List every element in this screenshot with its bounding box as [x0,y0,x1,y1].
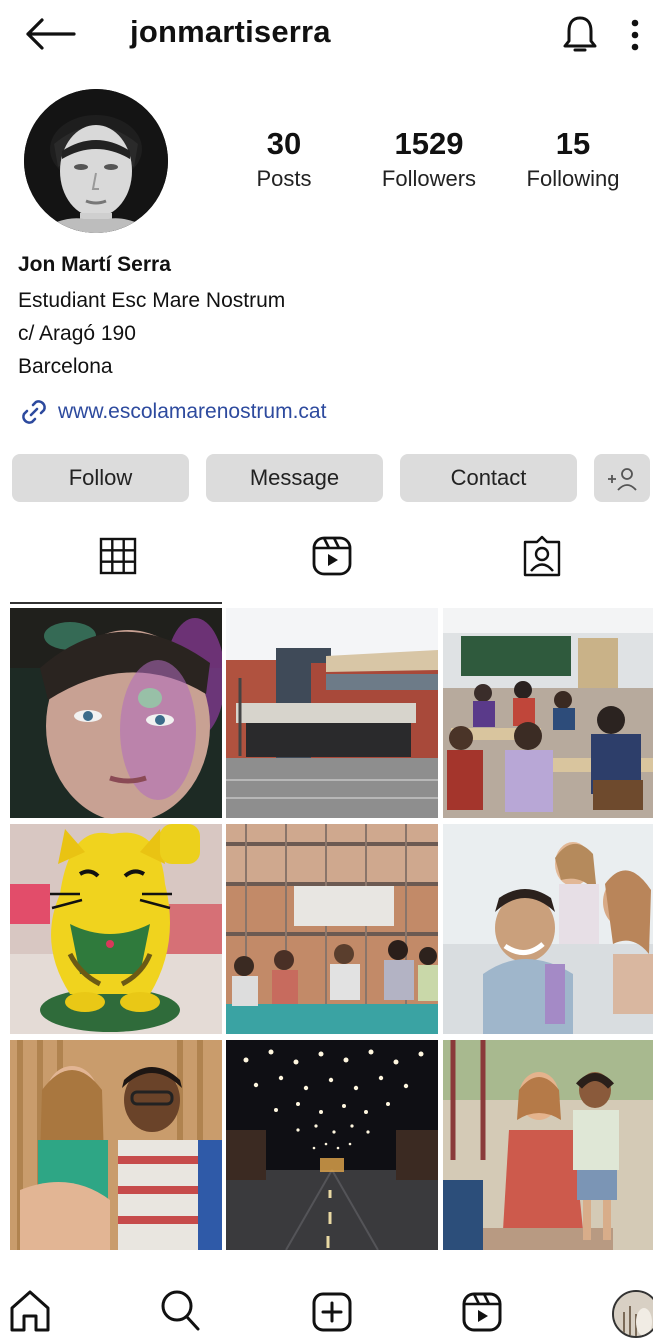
post-school-building[interactable] [226,608,438,818]
bio-line-3: Barcelona [18,355,113,378]
stat-followers[interactable]: 1529 Followers [366,126,492,196]
reels-tab-icon[interactable] [310,534,354,578]
website-url: www.escolamarenostrum.cat [58,400,327,423]
profile-full-name: Jon Martí Serra [18,253,171,276]
bio-line-2: c/ Aragó 190 [18,322,136,345]
add-person-icon [608,468,637,491]
post-family-piggyback[interactable] [443,824,653,1034]
contact-button[interactable]: Contact [400,454,577,502]
profile-nav-avatar[interactable] [612,1290,653,1338]
notification-bell-icon[interactable] [560,14,600,56]
create-post-icon[interactable] [310,1286,354,1332]
profile-avatar[interactable] [24,89,168,233]
following-count: 15 [555,126,591,161]
followers-label: Followers [381,166,477,191]
profile-website-link[interactable]: www.escolamarenostrum.cat [18,396,326,428]
search-icon[interactable] [158,1286,202,1332]
post-classroom[interactable] [443,608,653,818]
message-button[interactable]: Message [206,454,383,502]
post-two-kids-smiling[interactable] [10,1040,222,1250]
more-options-icon[interactable] [626,16,644,54]
reels-nav-icon[interactable] [460,1286,504,1332]
stat-following[interactable]: 15 Following [512,126,634,196]
home-icon[interactable] [8,1286,52,1332]
suggest-people-button[interactable] [594,454,650,502]
post-yellow-lucky-cat[interactable] [10,824,222,1034]
posts-label: Posts [256,166,312,191]
post-street-lights-night[interactable] [226,1040,438,1250]
post-portrait-boy-colored-light[interactable] [10,608,222,818]
post-kids-playground[interactable] [443,1040,653,1250]
stat-posts[interactable]: 30 Posts [240,126,328,196]
bio-line-1: Estudiant Esc Mare Nostrum [18,289,286,312]
profile-username-title: jonmartiserra [130,14,331,49]
tagged-tab-icon[interactable] [520,534,564,578]
back-arrow-icon[interactable] [22,16,78,52]
grid-tab-icon[interactable] [96,534,140,578]
following-label: Following [526,166,620,191]
link-icon [22,400,46,424]
post-kids-sitting-by-fence[interactable] [226,824,438,1034]
posts-count: 30 [266,126,302,161]
follow-button[interactable]: Follow [12,454,189,502]
active-tab-indicator [10,602,222,604]
followers-count: 1529 [394,126,464,161]
